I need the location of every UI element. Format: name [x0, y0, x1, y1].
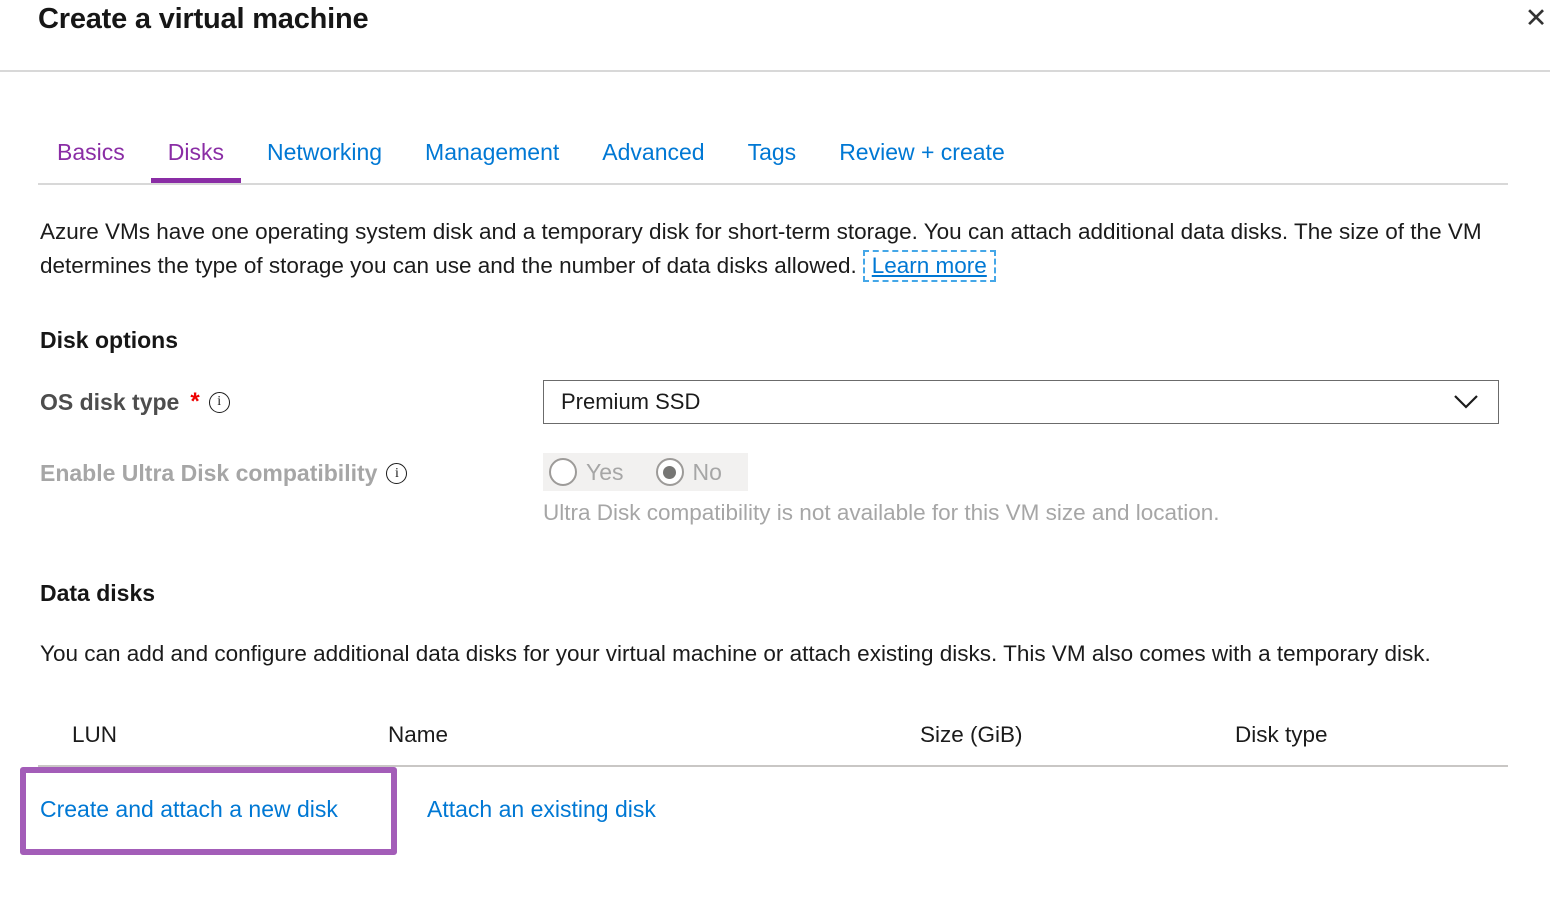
required-asterisk: * — [190, 388, 199, 416]
radio-label-no: No — [693, 459, 722, 486]
ultra-disk-helper-text: Ultra Disk compatibility is not availabl… — [543, 500, 1220, 526]
tabs-divider — [38, 183, 1508, 185]
info-icon[interactable]: i — [386, 463, 407, 484]
tab-networking[interactable]: Networking — [250, 139, 399, 183]
ultra-disk-control: Yes No Ultra Disk compatibility is not a… — [543, 453, 1220, 526]
radio-circle-checked[interactable] — [656, 458, 684, 486]
header-divider — [0, 70, 1550, 72]
disk-options-heading: Disk options — [40, 327, 178, 354]
column-header-lun: LUN — [72, 722, 117, 748]
ultra-disk-radio-group: Yes No — [543, 453, 748, 491]
ultra-disk-label-text: Enable Ultra Disk compatibility — [40, 460, 377, 487]
tab-management[interactable]: Management — [408, 139, 576, 183]
disks-intro-body: Azure VMs have one operating system disk… — [40, 219, 1482, 278]
radio-circle-unchecked[interactable] — [549, 458, 577, 486]
data-disks-actions: Create and attach a new disk Attach an e… — [0, 796, 1550, 828]
tab-tags[interactable]: Tags — [731, 139, 814, 183]
column-header-size: Size (GiB) — [920, 722, 1023, 748]
create-and-attach-new-disk-link[interactable]: Create and attach a new disk — [40, 796, 338, 823]
disks-intro-text: Azure VMs have one operating system disk… — [40, 215, 1495, 283]
attach-existing-disk-link[interactable]: Attach an existing disk — [427, 796, 656, 823]
data-disks-heading: Data disks — [40, 580, 155, 607]
os-disk-type-label: OS disk type * i — [40, 388, 543, 416]
ultra-disk-row: Enable Ultra Disk compatibility i Yes No… — [40, 453, 1499, 526]
learn-more-link[interactable]: Learn more — [863, 250, 996, 282]
ultra-disk-label: Enable Ultra Disk compatibility i — [40, 453, 543, 487]
table-header-divider — [38, 765, 1508, 767]
os-disk-type-value: Premium SSD — [561, 389, 700, 415]
os-disk-type-row: OS disk type * i Premium SSD — [40, 380, 1499, 424]
radio-label-yes: Yes — [586, 459, 624, 486]
close-icon[interactable]: ✕ — [1518, 0, 1550, 36]
info-icon[interactable]: i — [209, 392, 230, 413]
data-disks-description: You can add and configure additional dat… — [40, 636, 1465, 671]
radio-option-no[interactable]: No — [656, 458, 722, 486]
page-title: Create a virtual machine — [38, 3, 368, 36]
wizard-tabs: Basics Disks Networking Management Advan… — [40, 139, 1022, 183]
data-disks-table-header: LUN Name Size (GiB) Disk type — [0, 722, 1550, 750]
column-header-disk-type: Disk type — [1235, 722, 1328, 748]
os-disk-type-label-text: OS disk type — [40, 389, 179, 416]
tab-basics[interactable]: Basics — [40, 139, 142, 183]
tab-disks[interactable]: Disks — [151, 139, 241, 183]
create-vm-blade: Create a virtual machine ✕ Basics Disks … — [0, 0, 1550, 922]
tab-advanced[interactable]: Advanced — [585, 139, 721, 183]
chevron-down-icon — [1454, 395, 1478, 409]
os-disk-type-dropdown[interactable]: Premium SSD — [543, 380, 1499, 424]
column-header-name: Name — [388, 722, 448, 748]
tab-review-create[interactable]: Review + create — [822, 139, 1022, 183]
radio-option-yes[interactable]: Yes — [549, 458, 624, 486]
